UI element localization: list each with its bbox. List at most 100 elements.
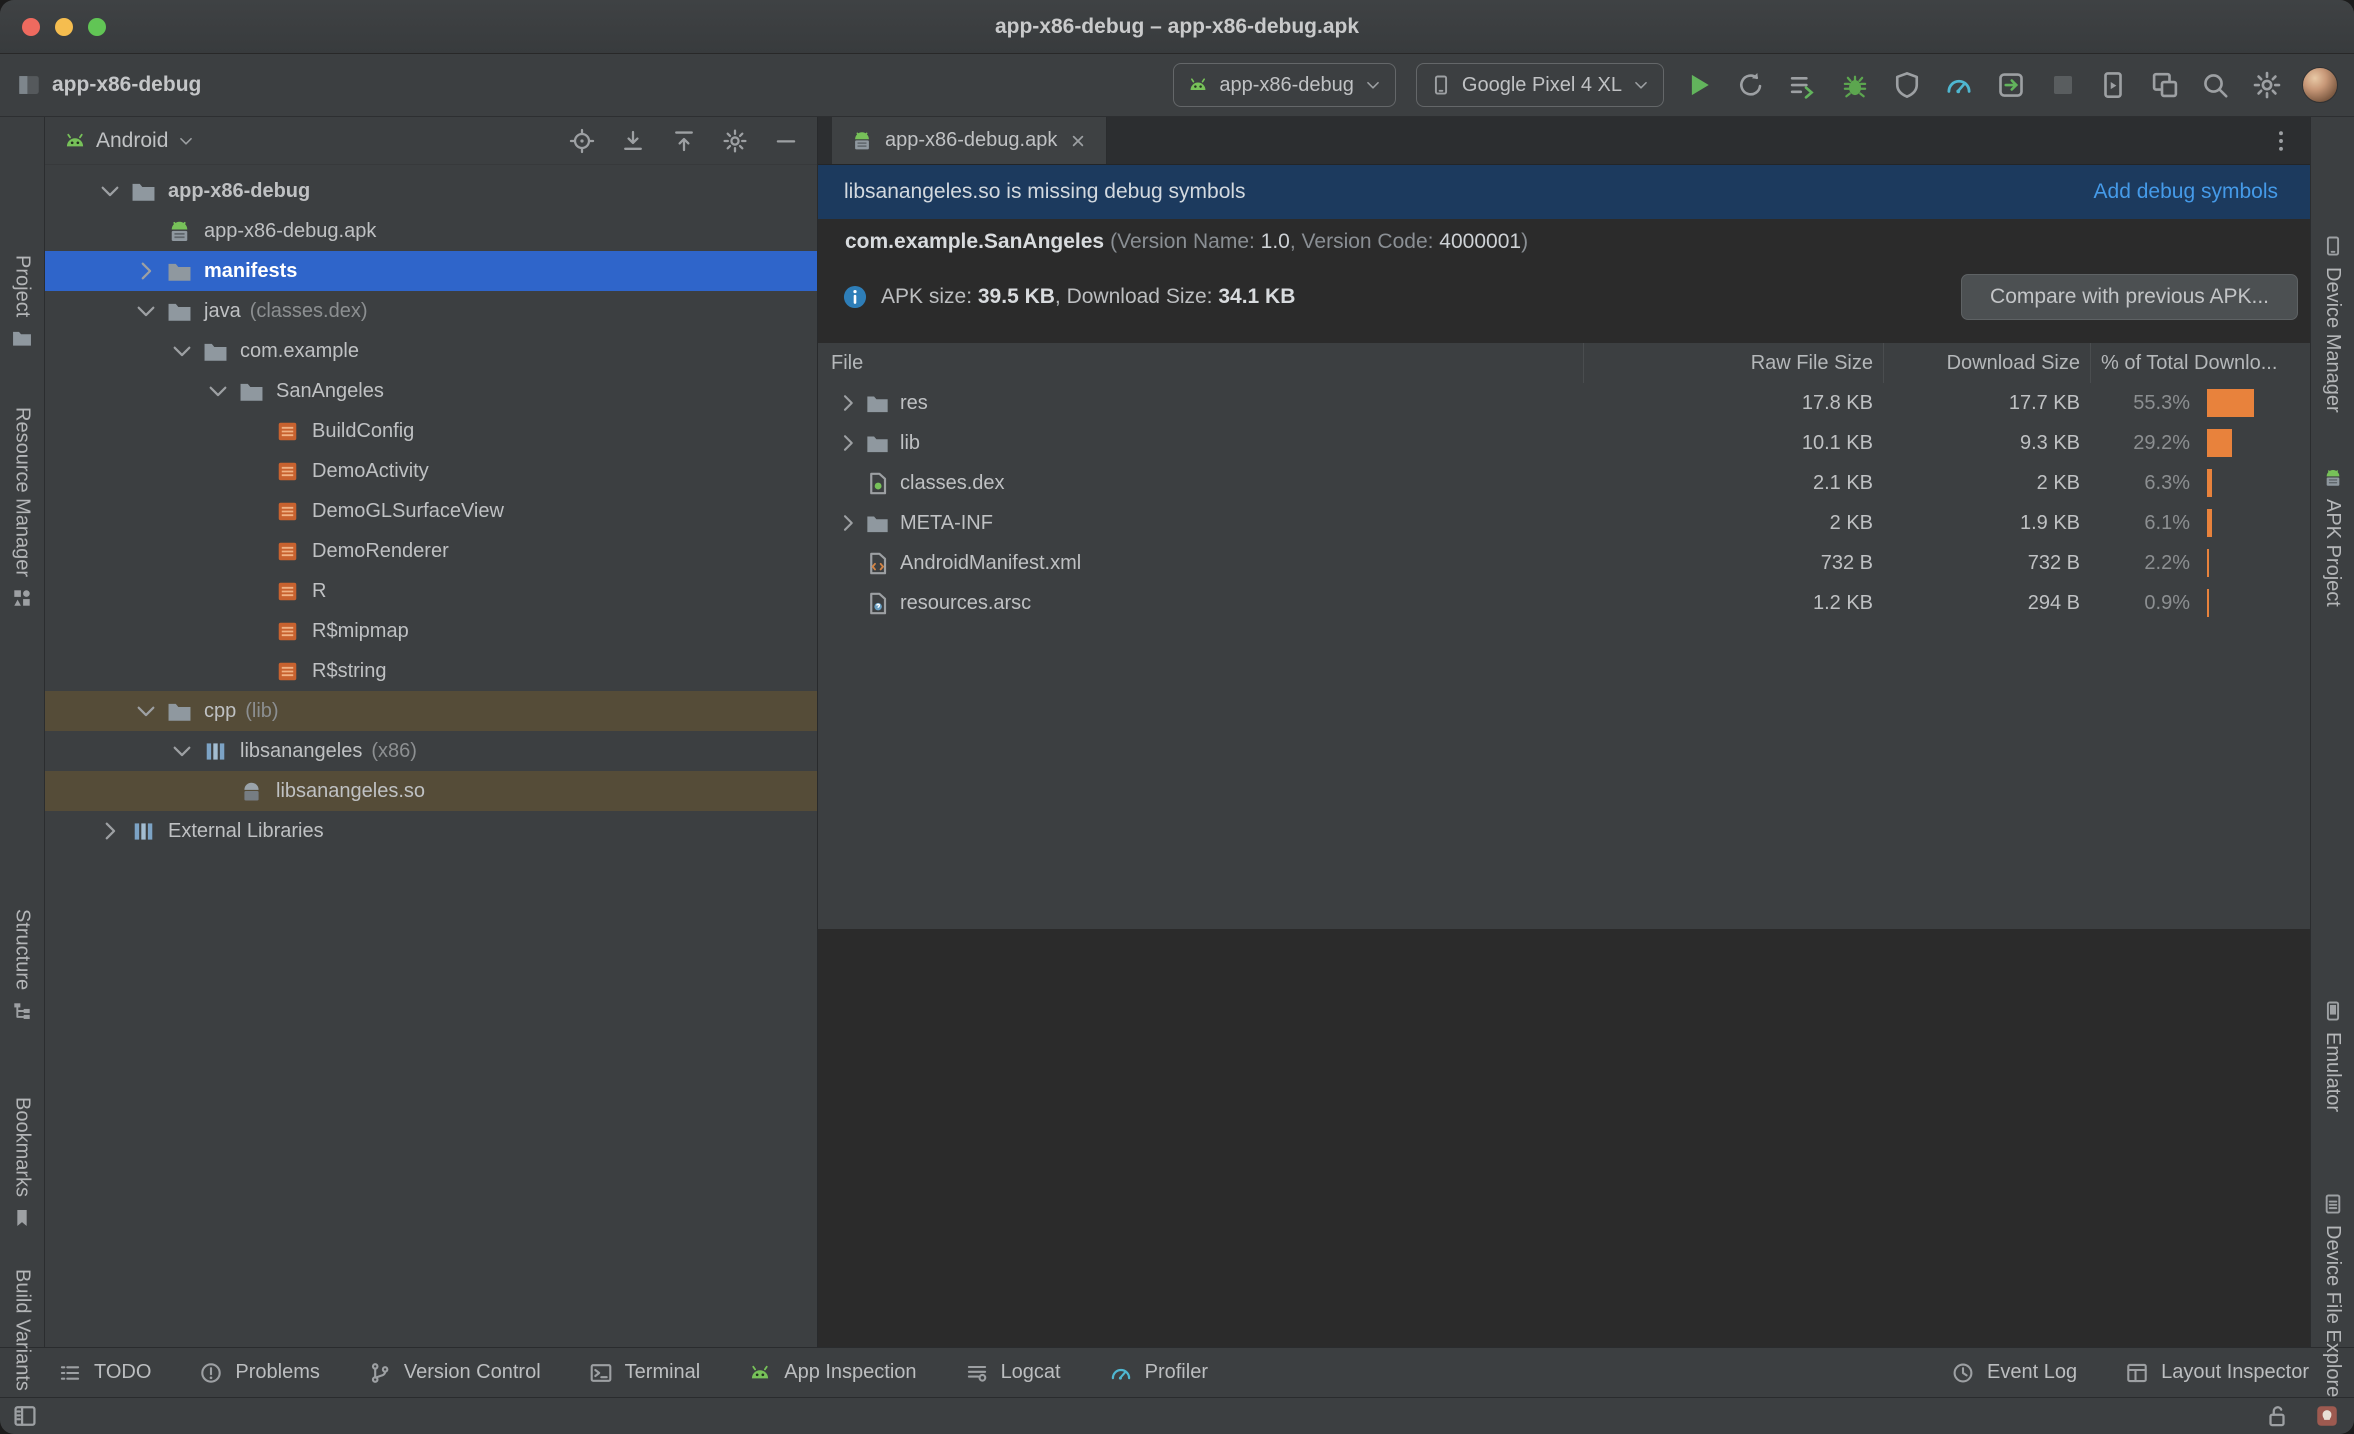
tree-item-demoactivity[interactable]: DemoActivity [45, 451, 817, 491]
chevron-down-icon [177, 132, 195, 150]
tool-window-button-structure[interactable]: Structure [0, 909, 44, 1022]
project-name-widget[interactable]: app-x86-debug [16, 72, 201, 98]
collapse-all-button[interactable] [671, 128, 697, 154]
rerun-button[interactable] [1736, 70, 1766, 100]
tool-window-button-bookmarks[interactable]: Bookmarks [0, 1097, 44, 1229]
minimize-window-button[interactable] [55, 18, 73, 36]
tree-item-external-libraries[interactable]: External Libraries [45, 811, 817, 851]
tool-window-button-event-log[interactable]: Event Log [1951, 1361, 2077, 1385]
hide-button[interactable] [773, 128, 799, 154]
editor-tab-apk[interactable]: app-x86-debug.apk [832, 117, 1108, 164]
run-configuration-label: app-x86-debug [1219, 73, 1354, 96]
notifications-icon[interactable] [2314, 1403, 2340, 1429]
tree-item-buildconfig[interactable]: BuildConfig [45, 411, 817, 451]
tab-options-kebab-icon[interactable] [2268, 128, 2294, 154]
tree-item-label: libsanangeles.so [276, 779, 425, 802]
chevron-down-icon[interactable] [162, 738, 202, 764]
tree-item-java[interactable]: java (classes.dex) [45, 291, 817, 331]
tree-item-label: External Libraries [168, 819, 324, 842]
chevron-down-icon[interactable] [126, 298, 166, 324]
user-avatar[interactable] [2302, 67, 2338, 103]
tool-window-button-emulator[interactable]: Emulator [2311, 1000, 2354, 1112]
chevron-right-icon[interactable] [831, 391, 865, 415]
tree-item-sanangeles[interactable]: SanAngeles [45, 371, 817, 411]
download-size-value: 34.1 KB [1218, 285, 1296, 308]
compare-apk-button[interactable]: Compare with previous APK... [1961, 274, 2298, 320]
close-tab-icon[interactable] [1068, 131, 1088, 151]
chevron-right-icon[interactable] [90, 818, 130, 844]
tree-item-r-mipmap[interactable]: R$mipmap [45, 611, 817, 651]
chevron-down-icon[interactable] [126, 698, 166, 724]
tree-item-app-x86-debug[interactable]: app-x86-debug [45, 171, 817, 211]
running-devices-button[interactable] [2098, 70, 2128, 100]
tool-window-button-version-control[interactable]: Version Control [368, 1361, 541, 1385]
tree-item-demorenderer[interactable]: DemoRenderer [45, 531, 817, 571]
percent-bar [2207, 429, 2232, 457]
column-header-percent[interactable]: % of Total Downlo... [2090, 343, 2310, 383]
column-header-raw-size[interactable]: Raw File Size [1583, 343, 1883, 383]
project-view-select[interactable]: Android [63, 129, 195, 153]
stripe-toggle-icon[interactable] [12, 1403, 38, 1429]
tool-window-button-apk-project[interactable]: APK Project [2311, 467, 2354, 607]
apk-row-androidmanifest-xml[interactable]: AndroidManifest.xml 732 B 732 B 2.2% [818, 543, 2310, 583]
chevron-down-icon[interactable] [90, 178, 130, 204]
tool-window-button-build-variants[interactable]: Build Variants [0, 1269, 44, 1391]
class-icon [274, 578, 301, 605]
tree-item-manifests[interactable]: manifests [45, 251, 817, 291]
tool-window-button-project[interactable]: Project [0, 255, 44, 349]
tool-window-button-todo[interactable]: TODO [58, 1361, 151, 1385]
apk-row-meta-inf[interactable]: META-INF 2 KB 1.9 KB 6.1% [818, 503, 2310, 543]
profile-button[interactable] [1892, 70, 1922, 100]
apk-row-res[interactable]: res 17.8 KB 17.7 KB 55.3% [818, 383, 2310, 423]
chevron-right-icon[interactable] [831, 431, 865, 455]
device-mirroring-button[interactable] [2150, 70, 2180, 100]
percent-value: 29.2% [2133, 431, 2190, 454]
settings-gear-button[interactable] [722, 128, 748, 154]
tree-item-r[interactable]: R [45, 571, 817, 611]
run-configuration-select[interactable]: app-x86-debug [1173, 63, 1396, 107]
chevron-right-icon[interactable] [831, 511, 865, 535]
tree-item-com-example[interactable]: com.example [45, 331, 817, 371]
tree-item-libsanangeles[interactable]: libsanangeles (x86) [45, 731, 817, 771]
profiler-button[interactable] [1944, 70, 1974, 100]
run-button[interactable] [1684, 70, 1714, 100]
chevron-down-icon[interactable] [198, 378, 238, 404]
zoom-window-button[interactable] [88, 18, 106, 36]
tool-window-button-problems[interactable]: Problems [199, 1361, 320, 1385]
tool-window-button-layout-inspector[interactable]: Layout Inspector [2125, 1361, 2309, 1385]
chevron-right-icon[interactable] [126, 258, 166, 284]
attach-debugger-button[interactable] [1996, 70, 2026, 100]
tree-item-label: DemoActivity [312, 459, 429, 482]
tree-item-app-x86-debug-apk[interactable]: app-x86-debug.apk [45, 211, 817, 251]
tool-window-button-profiler[interactable]: Profiler [1109, 1361, 1208, 1385]
search-button[interactable] [2200, 70, 2230, 100]
add-debug-symbols-link[interactable]: Add debug symbols [2094, 180, 2278, 204]
tool-window-button-logcat[interactable]: Logcat [965, 1361, 1061, 1385]
window-title: app-x86-debug – app-x86-debug.apk [994, 14, 1360, 38]
tool-window-button-terminal[interactable]: Terminal [589, 1361, 700, 1385]
locate-button[interactable] [569, 128, 595, 154]
apply-changes-button[interactable] [1788, 70, 1818, 100]
close-window-button[interactable] [22, 18, 40, 36]
tree-item-r-string[interactable]: R$string [45, 651, 817, 691]
tool-window-button-device-manager[interactable]: Device Manager [2311, 235, 2354, 413]
tool-window-label: Profiler [1144, 1361, 1208, 1383]
stop-button[interactable] [2048, 70, 2078, 100]
tree-item-demoglsurfaceview[interactable]: DemoGLSurfaceView [45, 491, 817, 531]
apk-row-resources-arsc[interactable]: resources.arsc 1.2 KB 294 B 0.9% [818, 583, 2310, 623]
lock-icon[interactable] [2264, 1403, 2290, 1429]
apk-row-classes-dex[interactable]: classes.dex 2.1 KB 2 KB 6.3% [818, 463, 2310, 503]
settings-gear-button[interactable] [2252, 70, 2282, 100]
tool-window-button-resource-manager[interactable]: Resource Manager [0, 407, 44, 609]
expand-all-button[interactable] [620, 128, 646, 154]
chevron-down-icon[interactable] [162, 338, 202, 364]
device-select[interactable]: Google Pixel 4 XL [1415, 63, 1664, 107]
tool-window-button-app-inspection[interactable]: App Inspection [748, 1361, 917, 1385]
debug-button[interactable] [1840, 70, 1870, 100]
tool-window-button-device-file-explorer[interactable]: Device File Explorer [2311, 1193, 2354, 1404]
tree-item-libsanangeles-so[interactable]: libsanangeles.so [45, 771, 817, 811]
apk-row-lib[interactable]: lib 10.1 KB 9.3 KB 29.2% [818, 423, 2310, 463]
tree-item-cpp[interactable]: cpp (lib) [45, 691, 817, 731]
column-header-file[interactable]: File [818, 343, 1583, 383]
column-header-download-size[interactable]: Download Size [1883, 343, 2090, 383]
